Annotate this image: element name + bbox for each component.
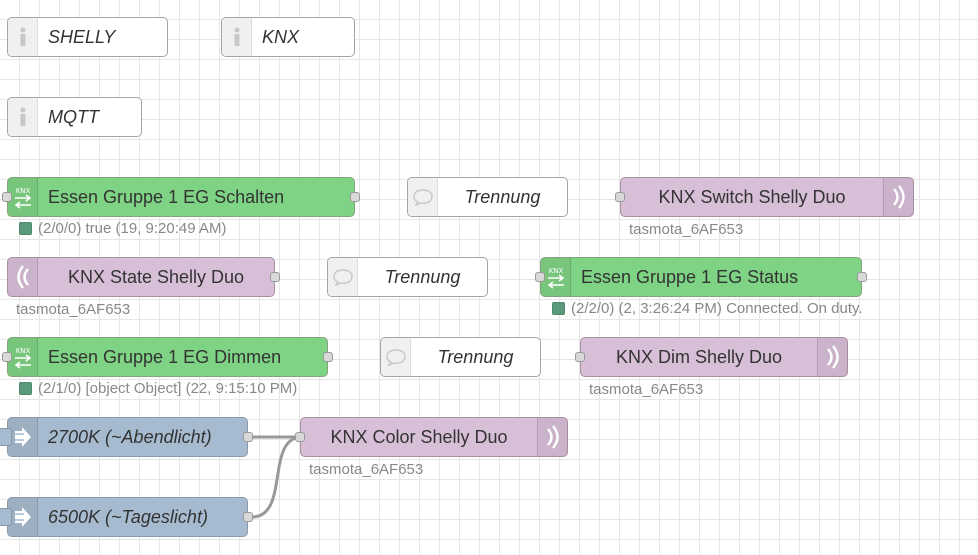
info-icon — [8, 18, 38, 56]
input-port[interactable] — [2, 192, 12, 202]
output-port[interactable] — [243, 512, 253, 522]
output-port[interactable] — [323, 352, 333, 362]
node-status: (2/2/0) (2, 3:26:24 PM) Connected. On du… — [552, 300, 863, 317]
comment-icon — [328, 258, 358, 296]
output-port[interactable] — [857, 272, 867, 282]
info-icon — [222, 18, 252, 56]
mqtt-node-knx-color[interactable]: KNX Color Shelly Duo — [295, 417, 568, 457]
knx-icon: KNX — [8, 178, 38, 216]
node-label: Trennung — [384, 266, 461, 287]
input-port[interactable] — [295, 432, 305, 442]
node-status: (2/1/0) [object Object] (22, 9:15:10 PM) — [19, 380, 297, 397]
node-label: KNX — [262, 26, 300, 47]
knx-icon: KNX — [8, 338, 38, 376]
status-text: (2/0/0) true (19, 9:20:49 AM) — [38, 220, 227, 237]
node-subtitle: tasmota_6AF653 — [16, 301, 131, 318]
comment-node-trennung-3[interactable]: Trennung — [380, 337, 541, 377]
comment-icon — [408, 178, 438, 216]
input-port[interactable] — [575, 352, 585, 362]
mqtt-node-knx-state[interactable]: KNX State Shelly Duo — [7, 257, 280, 297]
inject-node-6500k[interactable]: 6500K (~Tageslicht) — [0, 497, 253, 537]
input-port[interactable] — [2, 352, 12, 362]
arrow-right-icon — [8, 498, 38, 536]
knx-icon: KNX — [541, 258, 571, 296]
node-label: KNX Color Shelly Duo — [330, 426, 508, 447]
comment-node-trennung-1[interactable]: Trennung — [407, 177, 568, 217]
node-label: Trennung — [437, 346, 514, 367]
output-port[interactable] — [350, 192, 360, 202]
status-dot — [552, 302, 565, 315]
comment-icon — [381, 338, 411, 376]
knx-node-essen-dimmen[interactable]: KNX Essen Gruppe 1 EG Dimmen — [2, 337, 333, 377]
node-label: Trennung — [464, 186, 541, 207]
output-port[interactable] — [270, 272, 280, 282]
wire-6500-to-color — [251, 435, 303, 519]
wireless-icon — [8, 258, 38, 296]
status-text: (2/2/0) (2, 3:26:24 PM) Connected. On du… — [571, 300, 863, 317]
node-label: KNX State Shelly Duo — [67, 266, 245, 287]
node-subtitle: tasmota_6AF653 — [629, 221, 744, 238]
status-text: (2/1/0) [object Object] (22, 9:15:10 PM) — [38, 380, 298, 397]
knx-node-essen-schalten[interactable]: KNX Essen Gruppe 1 EG Schalten — [2, 177, 360, 217]
node-label: SHELLY — [48, 26, 116, 47]
node-label: KNX Dim Shelly Duo — [615, 346, 783, 367]
node-label: Essen Gruppe 1 EG Status — [581, 266, 799, 287]
mqtt-node-knx-dim[interactable]: KNX Dim Shelly Duo — [575, 337, 848, 377]
wireless-icon — [817, 338, 847, 376]
inject-button[interactable] — [0, 508, 12, 526]
inject-button[interactable] — [0, 428, 12, 446]
mqtt-node-knx-switch[interactable]: KNX Switch Shelly Duo — [615, 177, 914, 217]
svg-text:KNX: KNX — [548, 267, 563, 275]
info-icon — [8, 98, 38, 136]
output-port[interactable] — [243, 432, 253, 442]
status-dot — [19, 222, 32, 235]
comment-node-knx[interactable]: KNX — [221, 17, 355, 57]
comment-node-trennung-2[interactable]: Trennung — [327, 257, 488, 297]
node-label: MQTT — [48, 106, 99, 127]
svg-text:KNX: KNX — [15, 347, 30, 355]
svg-text:KNX: KNX — [15, 187, 30, 195]
status-dot — [19, 382, 32, 395]
inject-node-2700k[interactable]: 2700K (~Abendlicht) — [0, 417, 253, 457]
node-label: Essen Gruppe 1 EG Dimmen — [48, 346, 282, 367]
node-label: 2700K (~Abendlicht) — [48, 426, 212, 447]
comment-node-shelly[interactable]: SHELLY — [7, 17, 168, 57]
wireless-icon — [883, 178, 913, 216]
node-label: 6500K (~Tageslicht) — [48, 506, 208, 527]
knx-node-essen-status[interactable]: KNX Essen Gruppe 1 EG Status — [535, 257, 867, 297]
input-port[interactable] — [615, 192, 625, 202]
node-subtitle: tasmota_6AF653 — [589, 381, 704, 398]
node-subtitle: tasmota_6AF653 — [309, 461, 424, 478]
node-label: Essen Gruppe 1 EG Schalten — [48, 186, 285, 207]
wireless-icon — [537, 418, 567, 456]
input-port[interactable] — [535, 272, 545, 282]
comment-node-mqtt[interactable]: MQTT — [7, 97, 142, 137]
node-label: KNX Switch Shelly Duo — [658, 186, 846, 207]
node-status: (2/0/0) true (19, 9:20:49 AM) — [19, 220, 226, 237]
arrow-right-icon — [8, 418, 38, 456]
